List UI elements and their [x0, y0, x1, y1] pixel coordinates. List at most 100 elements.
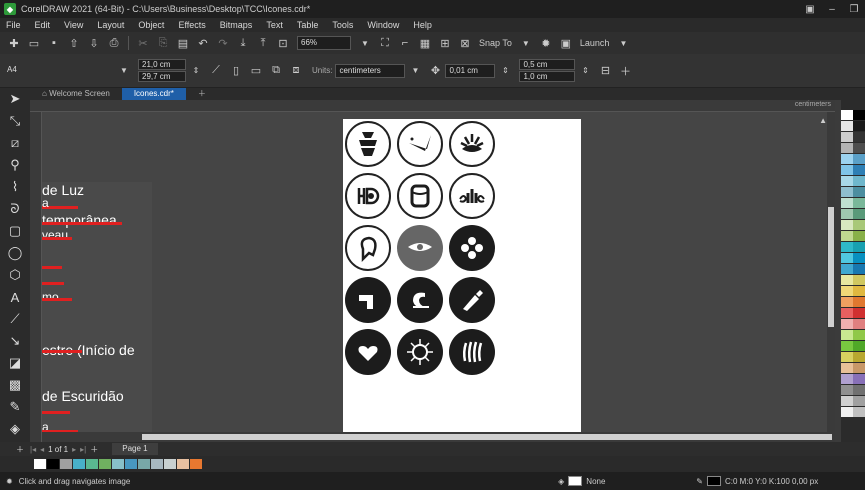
collapse-arrow-icon[interactable]: ▲: [819, 116, 827, 125]
vertical-scrollbar[interactable]: [827, 112, 835, 432]
sunburst-icon[interactable]: [449, 121, 495, 167]
document-palette-swatch[interactable]: [164, 459, 176, 469]
document-palette-swatch[interactable]: [112, 459, 124, 469]
document-palette-swatch[interactable]: [34, 459, 46, 469]
page-height-field[interactable]: 29,7 cm: [138, 71, 186, 82]
spiral-icon[interactable]: [397, 277, 443, 323]
outline-swatch[interactable]: [707, 476, 721, 486]
palette-swatch[interactable]: [853, 253, 865, 263]
palette-swatch[interactable]: [853, 330, 865, 340]
mask-icon[interactable]: [397, 225, 443, 271]
vase-icon[interactable]: [345, 121, 391, 167]
chevron-down-icon[interactable]: ▼: [117, 64, 131, 78]
save-icon[interactable]: ▪: [47, 36, 61, 50]
paste-icon[interactable]: ▤: [176, 36, 190, 50]
pick-tool-icon[interactable]: ➤: [0, 88, 30, 110]
palette-swatch[interactable]: [841, 319, 853, 329]
snap-to-dropdown[interactable]: Snap To: [479, 38, 512, 48]
ellipse-tool-icon[interactable]: ◯: [0, 242, 30, 264]
text-tool-icon[interactable]: A: [0, 286, 30, 308]
cloud-download-icon[interactable]: ⇩: [87, 36, 101, 50]
palette-swatch[interactable]: [853, 385, 865, 395]
palette-swatch[interactable]: [853, 275, 865, 285]
palette-swatch[interactable]: [841, 407, 853, 417]
cut-icon[interactable]: ✂: [136, 36, 150, 50]
palette-swatch[interactable]: [841, 297, 853, 307]
grid-icon[interactable]: ▦: [418, 36, 432, 50]
palette-swatch[interactable]: [853, 363, 865, 373]
palette-swatch[interactable]: [853, 264, 865, 274]
polygon-tool-icon[interactable]: ⬡: [0, 264, 30, 286]
palette-swatch[interactable]: [853, 286, 865, 296]
tab-welcome-screen[interactable]: ⌂ Welcome Screen: [30, 88, 122, 100]
menu-edit[interactable]: Edit: [35, 20, 51, 30]
palette-swatch[interactable]: [841, 330, 853, 340]
transparency-tool-icon[interactable]: ▩: [0, 374, 30, 396]
horizontal-scroll-thumb[interactable]: [142, 434, 832, 440]
palette-swatch[interactable]: [853, 176, 865, 186]
palette-swatch[interactable]: [853, 341, 865, 351]
freehand-tool-icon[interactable]: ⌇: [0, 176, 30, 198]
full-screen-icon[interactable]: ⛶: [378, 36, 392, 50]
edit-bleed-icon[interactable]: ⊟: [598, 64, 612, 78]
palette-swatch[interactable]: [853, 407, 865, 417]
fill-icon[interactable]: ◈: [558, 477, 564, 486]
stepper-icon[interactable]: ⇕: [578, 64, 592, 78]
rulers-icon[interactable]: ⌐: [398, 36, 412, 50]
first-page-icon[interactable]: |◂: [30, 445, 36, 454]
palette-swatch[interactable]: [841, 187, 853, 197]
palette-swatch[interactable]: [841, 110, 853, 120]
duplicate-x-field[interactable]: 0,5 cm: [519, 59, 576, 70]
palette-swatch[interactable]: [841, 165, 853, 175]
palette-swatch[interactable]: [841, 198, 853, 208]
chevron-down-icon[interactable]: ▼: [358, 36, 372, 50]
document-palette-swatch[interactable]: [99, 459, 111, 469]
document-palette-swatch[interactable]: [190, 459, 202, 469]
interactive-fill-icon[interactable]: ◈: [0, 418, 30, 440]
tab-document[interactable]: Icones.cdr*: [121, 88, 186, 100]
hd-symbol-icon[interactable]: [345, 173, 391, 219]
document-palette-swatch[interactable]: [86, 459, 98, 469]
guidelines-icon[interactable]: ⊞: [438, 36, 452, 50]
units-select[interactable]: centimeters: [335, 63, 406, 78]
horizontal-ruler[interactable]: centimeters: [30, 100, 835, 112]
crop-tool-icon[interactable]: ⧄: [0, 132, 30, 154]
palette-swatch[interactable]: [841, 220, 853, 230]
print-icon[interactable]: ⎙: [107, 36, 121, 50]
document-palette-swatch[interactable]: [73, 459, 85, 469]
zoom-tool-icon[interactable]: ⚲: [0, 154, 30, 176]
palette-swatch[interactable]: [841, 363, 853, 373]
palette-swatch[interactable]: [853, 121, 865, 131]
artistic-media-icon[interactable]: ᘐ: [0, 198, 30, 220]
palette-swatch[interactable]: [853, 143, 865, 153]
offpage-text-object[interactable]: de Luz a temporânea veau mo estre (Iníci…: [42, 182, 152, 442]
palette-swatch[interactable]: [853, 352, 865, 362]
shape-tool-icon[interactable]: ⤡: [0, 110, 30, 132]
horizontal-scrollbar[interactable]: [42, 432, 835, 442]
palette-swatch[interactable]: [853, 165, 865, 175]
parallel-dimension-icon[interactable]: ⟋: [0, 308, 30, 330]
palette-swatch[interactable]: [841, 121, 853, 131]
palette-swatch[interactable]: [853, 198, 865, 208]
spiky-eye-icon[interactable]: [397, 329, 443, 375]
palette-swatch[interactable]: [853, 374, 865, 384]
fill-none-swatch[interactable]: [568, 476, 583, 486]
page-size-select[interactable]: A4: [4, 63, 114, 78]
menu-file[interactable]: File: [6, 20, 21, 30]
document-palette-swatch[interactable]: [138, 459, 150, 469]
open-icon[interactable]: ▭: [27, 36, 41, 50]
cylinder-icon[interactable]: [397, 173, 443, 219]
palette-swatch[interactable]: [853, 242, 865, 252]
flower-icon[interactable]: [449, 225, 495, 271]
menu-help[interactable]: Help: [413, 20, 432, 30]
export-icon[interactable]: ⤒: [256, 36, 270, 50]
head-profile-icon[interactable]: [345, 225, 391, 271]
palette-swatch[interactable]: [853, 132, 865, 142]
add-page-end-icon[interactable]: ＋: [90, 444, 98, 455]
current-page-icon[interactable]: ⧈: [289, 64, 303, 78]
duplicate-y-field[interactable]: 1,0 cm: [519, 71, 576, 82]
menu-effects[interactable]: Effects: [178, 20, 205, 30]
square-corner-icon[interactable]: [345, 277, 391, 323]
document-palette-swatch[interactable]: [60, 459, 72, 469]
palette-swatch[interactable]: [841, 341, 853, 351]
